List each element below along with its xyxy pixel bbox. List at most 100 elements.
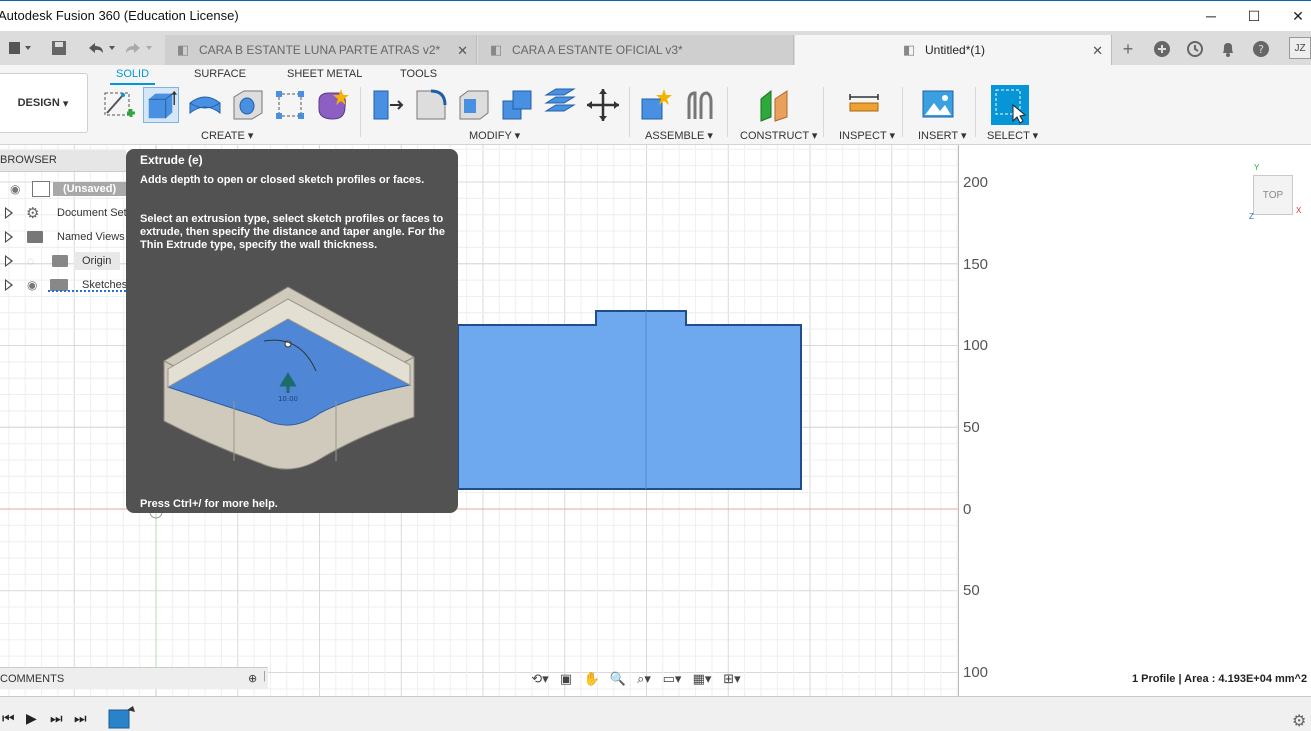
- browser-item-label: Origin: [74, 252, 120, 270]
- group-insert-label[interactable]: INSERT ▾: [918, 129, 967, 142]
- browser-item-document-settings[interactable]: ⚙ Document Settings: [0, 202, 126, 224]
- maximize-button[interactable]: ☐: [1234, 5, 1274, 27]
- offset-plane-icon[interactable]: [757, 87, 793, 123]
- dimension-label: 10.00: [278, 395, 298, 403]
- group-create-label[interactable]: CREATE ▾: [201, 129, 253, 142]
- grid-settings-icon[interactable]: ▦▾: [687, 670, 717, 688]
- z-axis-label: Z: [1249, 212, 1254, 221]
- visibility-eye-icon[interactable]: ◉: [27, 278, 37, 292]
- look-at-icon[interactable]: ▣: [553, 670, 579, 688]
- y-axis-label: Y: [1254, 163, 1260, 172]
- expand-arrow-icon[interactable]: [5, 255, 13, 267]
- tab-tools[interactable]: TOOLS: [400, 68, 437, 80]
- orbit-icon[interactable]: ⟲▾: [527, 670, 553, 688]
- new-component-icon[interactable]: [638, 87, 674, 123]
- zoom-icon[interactable]: 🔍: [605, 670, 631, 688]
- revolve-icon[interactable]: [187, 87, 223, 123]
- pattern-icon[interactable]: [272, 87, 308, 123]
- joint-icon[interactable]: [681, 87, 717, 123]
- viewports-icon[interactable]: ⊞▾: [717, 670, 747, 688]
- group-construct-label[interactable]: CONSTRUCT ▾: [740, 129, 817, 142]
- separator: [360, 87, 361, 137]
- create-form-icon[interactable]: [315, 87, 351, 123]
- browser-item-sketches[interactable]: ◉ Sketches: [0, 274, 127, 296]
- ruler-tick: 150: [963, 256, 989, 273]
- tooltip-footer: Press Ctrl+/ for more help.: [140, 498, 278, 510]
- tab-untitled[interactable]: ◧ Untitled*(1) ✕: [795, 35, 1112, 65]
- fit-icon[interactable]: ⌕▾: [631, 670, 657, 688]
- group-inspect-label[interactable]: INSPECT ▾: [839, 129, 895, 142]
- tab-cara-a[interactable]: ◧ CARA A ESTANTE OFICIAL v3*: [478, 35, 794, 65]
- component-icon: [32, 181, 50, 197]
- tab-cara-b[interactable]: ◧ CARA B ESTANTE LUNA PARTE ATRAS v2* ✕: [165, 35, 477, 65]
- comments-label: COMMENTS: [0, 673, 65, 685]
- sketch-underline: [48, 290, 126, 292]
- play-icon[interactable]: ▶: [26, 710, 37, 727]
- measure-icon[interactable]: [846, 87, 882, 123]
- group-select-label[interactable]: SELECT ▾: [987, 129, 1038, 142]
- separator: [975, 87, 976, 137]
- browser-item-label: Document Settings: [57, 207, 126, 219]
- save-icon[interactable]: [48, 39, 70, 57]
- folder-icon: [27, 231, 43, 243]
- extensions-icon[interactable]: [1152, 39, 1172, 59]
- press-pull-icon[interactable]: [370, 87, 406, 123]
- tab-surface[interactable]: SURFACE: [194, 68, 246, 80]
- panel-grip-icon[interactable]: |: [263, 670, 266, 682]
- tab-sheet-metal[interactable]: SHEET METAL: [287, 68, 362, 80]
- group-assemble-label[interactable]: ASSEMBLE ▾: [645, 129, 713, 142]
- close-tab-icon[interactable]: ✕: [1092, 43, 1103, 59]
- notifications-icon[interactable]: [1218, 39, 1238, 59]
- user-avatar[interactable]: JZ: [1289, 37, 1311, 59]
- hole-icon[interactable]: [230, 87, 266, 123]
- timeline-settings-gear-icon[interactable]: ⚙: [1292, 711, 1306, 731]
- step-forward-icon[interactable]: ⏭: [50, 710, 63, 727]
- minimize-button[interactable]: ─: [1191, 5, 1231, 27]
- browser-item-named-views[interactable]: Named Views: [0, 226, 126, 248]
- help-icon[interactable]: ?: [1251, 39, 1271, 59]
- close-tab-icon[interactable]: ✕: [457, 43, 468, 59]
- tab-solid[interactable]: SOLID: [109, 68, 156, 85]
- go-to-end-icon[interactable]: ⏭: [74, 710, 87, 727]
- hidden-eye-icon[interactable]: ◌: [27, 254, 34, 268]
- move-icon[interactable]: [585, 87, 621, 123]
- expand-arrow-icon[interactable]: [5, 231, 13, 243]
- separator: [727, 87, 728, 137]
- job-status-icon[interactable]: [1185, 39, 1205, 59]
- offset-face-icon[interactable]: [542, 87, 578, 123]
- browser-item-root[interactable]: ◉ (Unsaved): [0, 178, 126, 200]
- workspace-switcher[interactable]: DESIGN ▾: [0, 73, 88, 133]
- shell-icon[interactable]: [456, 87, 492, 123]
- file-menu-icon[interactable]: [4, 39, 38, 57]
- browser-item-origin[interactable]: ◌ Origin: [0, 250, 126, 272]
- tooltip-description: Adds depth to open or closed sketch prof…: [140, 174, 425, 186]
- fillet-icon[interactable]: [413, 87, 449, 123]
- pan-icon[interactable]: ✋: [579, 670, 605, 688]
- timeline-sketch-feature-icon[interactable]: [107, 706, 137, 730]
- expand-arrow-icon[interactable]: [5, 207, 13, 219]
- view-cube[interactable]: TOP: [1253, 175, 1293, 215]
- extrude-icon[interactable]: [143, 87, 179, 123]
- folder-icon: [52, 255, 68, 267]
- close-window-button[interactable]: ✕: [1278, 5, 1311, 27]
- comments-panel-header[interactable]: COMMENTS ⊕ |: [0, 667, 268, 689]
- select-icon[interactable]: [991, 85, 1029, 125]
- ruler-tick: 0: [963, 501, 972, 518]
- redo-icon[interactable]: [122, 39, 156, 57]
- svg-text:?: ?: [1258, 43, 1264, 56]
- insert-image-icon[interactable]: [920, 87, 956, 123]
- visibility-eye-icon[interactable]: ◉: [10, 182, 20, 196]
- add-comment-icon[interactable]: ⊕: [248, 672, 257, 685]
- undo-icon[interactable]: [82, 39, 122, 57]
- group-modify-label[interactable]: MODIFY ▾: [469, 129, 520, 142]
- create-sketch-icon[interactable]: [101, 87, 137, 123]
- expand-arrow-icon[interactable]: [5, 279, 13, 291]
- go-to-start-icon[interactable]: ⏮: [2, 710, 15, 727]
- tooltip-title: Extrude (e): [140, 153, 203, 167]
- sketch-profile[interactable]: [440, 300, 810, 500]
- display-settings-icon[interactable]: ▭▾: [657, 670, 687, 688]
- new-tab-icon[interactable]: +: [1118, 39, 1138, 59]
- combine-icon[interactable]: [499, 87, 535, 123]
- browser-panel-header[interactable]: BROWSER: [0, 150, 126, 172]
- x-axis-label: X: [1296, 206, 1302, 215]
